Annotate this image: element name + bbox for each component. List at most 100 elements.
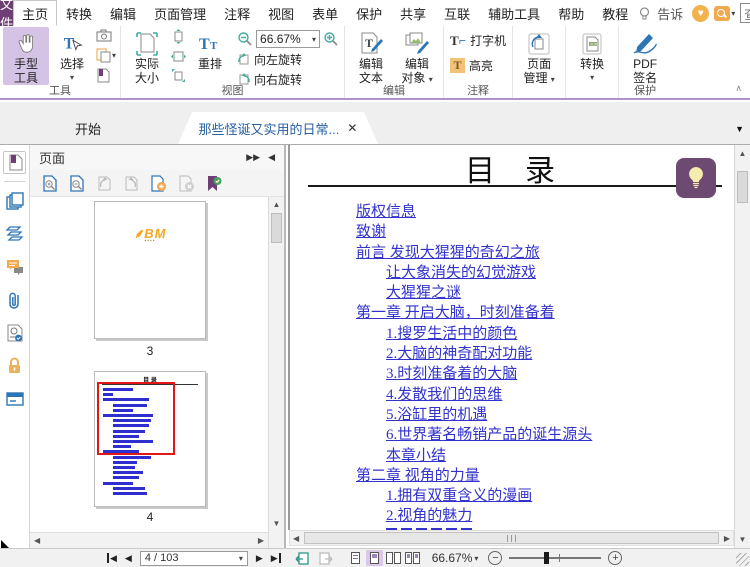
- doc-tab-start[interactable]: 开始: [22, 113, 154, 144]
- zoom-out-button[interactable]: [237, 31, 253, 47]
- delete-page-button[interactable]: [178, 175, 195, 192]
- page-number-combobox[interactable]: 4 / 103 ▾: [139, 550, 248, 566]
- tab-overflow-icon[interactable]: ▼: [735, 124, 744, 134]
- scroll-left-icon[interactable]: ◀: [290, 534, 302, 543]
- fields-panel-icon[interactable]: [3, 387, 26, 410]
- lightbulb-assistant-icon[interactable]: [637, 6, 652, 21]
- scroll-up-icon[interactable]: ▲: [269, 200, 284, 209]
- bookmark-page-button[interactable]: [96, 68, 116, 83]
- layers-panel-icon[interactable]: [3, 222, 26, 245]
- toc-link[interactable]: 2.视角的魅力: [386, 506, 592, 526]
- security-panel-icon[interactable]: [3, 354, 26, 377]
- edit-object-button[interactable]: 编辑 对象 ▾: [394, 27, 440, 87]
- insert-page-button[interactable]: [150, 174, 167, 192]
- doc-tab-active[interactable]: 那些怪诞又实用的日常... ✕: [178, 112, 378, 144]
- last-page-button[interactable]: ▶: [267, 552, 285, 564]
- signatures-panel-icon[interactable]: [3, 321, 26, 344]
- thumb-bookmark-button[interactable]: [206, 175, 222, 192]
- zoom-slider-thumb[interactable]: [544, 552, 550, 564]
- menu-tab-12[interactable]: 教程: [593, 0, 637, 26]
- scroll-right-icon[interactable]: ▶: [258, 536, 264, 545]
- document-hscrollbar[interactable]: ◀ ▶: [289, 530, 734, 546]
- fit-height-button[interactable]: [171, 29, 186, 44]
- close-tab-icon[interactable]: ✕: [347, 121, 357, 135]
- select-tool-button[interactable]: T 选择 ▾: [49, 27, 95, 85]
- document-scrollbar[interactable]: ▲ ▼: [734, 145, 750, 548]
- next-page-button[interactable]: ▶: [252, 553, 267, 564]
- thumbnail-page-3[interactable]: ⸙BM ▪▪▪▪: [94, 201, 206, 339]
- zoom-in-button[interactable]: [323, 31, 339, 47]
- menu-tab-3[interactable]: 页面管理: [145, 0, 215, 26]
- search-document-icon[interactable]: ▾: [714, 5, 735, 21]
- first-page-button[interactable]: ◀: [103, 552, 121, 564]
- assistant-bulb-button[interactable]: [676, 158, 716, 198]
- toc-link[interactable]: 4.发散我们的思维: [386, 385, 592, 405]
- thumbnail-scrollbar[interactable]: ▲ ▼: [268, 197, 284, 548]
- file-menu-button[interactable]: 文件: [0, 0, 14, 31]
- heart-feedback-icon[interactable]: ♥: [692, 4, 710, 22]
- toc-link[interactable]: 致谢: [356, 222, 592, 242]
- toc-link[interactable]: 2.大脑的神奇配对功能: [386, 344, 592, 364]
- facing-view-button[interactable]: [385, 550, 402, 566]
- thumb-rotate-left-button[interactable]: [96, 175, 112, 192]
- thumb-zoom-out-button[interactable]: [69, 174, 85, 192]
- menu-tab-1[interactable]: 转换: [57, 0, 101, 26]
- previous-page-button[interactable]: ◀: [121, 553, 136, 564]
- convert-button[interactable]: OCR 转换 ▾: [569, 27, 615, 85]
- scrollbar-thumb[interactable]: [737, 171, 748, 203]
- menu-tab-4[interactable]: 注释: [215, 0, 259, 26]
- window-resize-grip[interactable]: [736, 553, 749, 566]
- snapshot-button[interactable]: [96, 29, 116, 42]
- zoom-percent-label[interactable]: 66.67%: [432, 551, 473, 565]
- menu-tab-2[interactable]: 编辑: [101, 0, 145, 26]
- scroll-right-icon[interactable]: ▶: [721, 534, 733, 543]
- bookmarks-panel-icon[interactable]: [3, 151, 26, 174]
- typewriter-button[interactable]: T⌐ 打字机: [450, 32, 506, 49]
- continuous-view-button[interactable]: [365, 550, 383, 566]
- toc-link[interactable]: 前言 发现大猩猩的奇幻之旅: [356, 243, 592, 263]
- menu-tab-9[interactable]: 互联: [435, 0, 479, 26]
- continuous-facing-view-button[interactable]: [404, 550, 421, 566]
- previous-view-button[interactable]: [291, 551, 314, 565]
- zoom-slider[interactable]: [509, 552, 602, 564]
- scroll-down-icon[interactable]: ▼: [269, 519, 284, 528]
- zoom-out-button[interactable]: −: [488, 551, 503, 565]
- zoom-in-button[interactable]: +: [608, 551, 623, 565]
- toc-link[interactable]: 让大象消失的幻觉游戏: [386, 263, 592, 283]
- toc-link[interactable]: 第一章 开启大脑，时刻准备着: [356, 303, 592, 323]
- toc-link[interactable]: 3.时刻准备着的大脑: [386, 364, 592, 384]
- toc-link[interactable]: 版权信息: [356, 202, 592, 222]
- panel-expand-icon[interactable]: [1, 540, 9, 548]
- menu-tab-10[interactable]: 辅助工具: [479, 0, 549, 26]
- collapse-ribbon-icon[interactable]: ∧: [735, 83, 742, 94]
- panel-expand-more-icon[interactable]: ▶▶: [246, 152, 260, 163]
- tell-me-label[interactable]: 告诉: [657, 4, 687, 23]
- clipboard-paste-button[interactable]: ▾: [96, 48, 116, 63]
- zoom-percent-caret[interactable]: ▾: [474, 554, 478, 563]
- fit-page-button[interactable]: [171, 68, 186, 83]
- edit-text-button[interactable]: T 编辑 文本: [348, 27, 394, 85]
- menu-tab-5[interactable]: 视图: [259, 0, 303, 26]
- toc-link[interactable]: 大猩猩之谜: [386, 283, 592, 303]
- rotate-left-button[interactable]: 向左旋转: [237, 51, 339, 68]
- reflow-button[interactable]: TT 重排: [187, 27, 233, 72]
- scroll-down-icon[interactable]: ▼: [735, 535, 750, 544]
- fit-width-button[interactable]: [171, 49, 187, 64]
- menu-tab-7[interactable]: 保护: [347, 0, 391, 26]
- menu-tab-0[interactable]: 主页: [13, 0, 58, 26]
- menu-tab-11[interactable]: 帮助: [549, 0, 593, 26]
- next-view-button[interactable]: [314, 551, 337, 565]
- scroll-left-icon[interactable]: ◀: [34, 536, 40, 545]
- comments-panel-icon[interactable]: [3, 255, 26, 278]
- hscrollbar-thumb[interactable]: [304, 532, 719, 544]
- panel-collapse-icon[interactable]: ◀: [268, 152, 275, 163]
- pdf-sign-button[interactable]: PDF 签名: [622, 27, 668, 85]
- find-input[interactable]: 查找 ▶: [740, 3, 750, 23]
- scroll-up-icon[interactable]: ▲: [735, 149, 750, 158]
- attachments-panel-icon[interactable]: [3, 288, 26, 311]
- toc-link[interactable]: 5.浴缸里的机遇: [386, 405, 592, 425]
- page-manage-button[interactable]: 页面 管理 ▾: [516, 27, 562, 87]
- highlight-button[interactable]: T 高亮: [450, 57, 506, 74]
- thumbnail-page-4[interactable]: 目 录: [94, 371, 206, 507]
- scrollbar-thumb[interactable]: [271, 213, 282, 243]
